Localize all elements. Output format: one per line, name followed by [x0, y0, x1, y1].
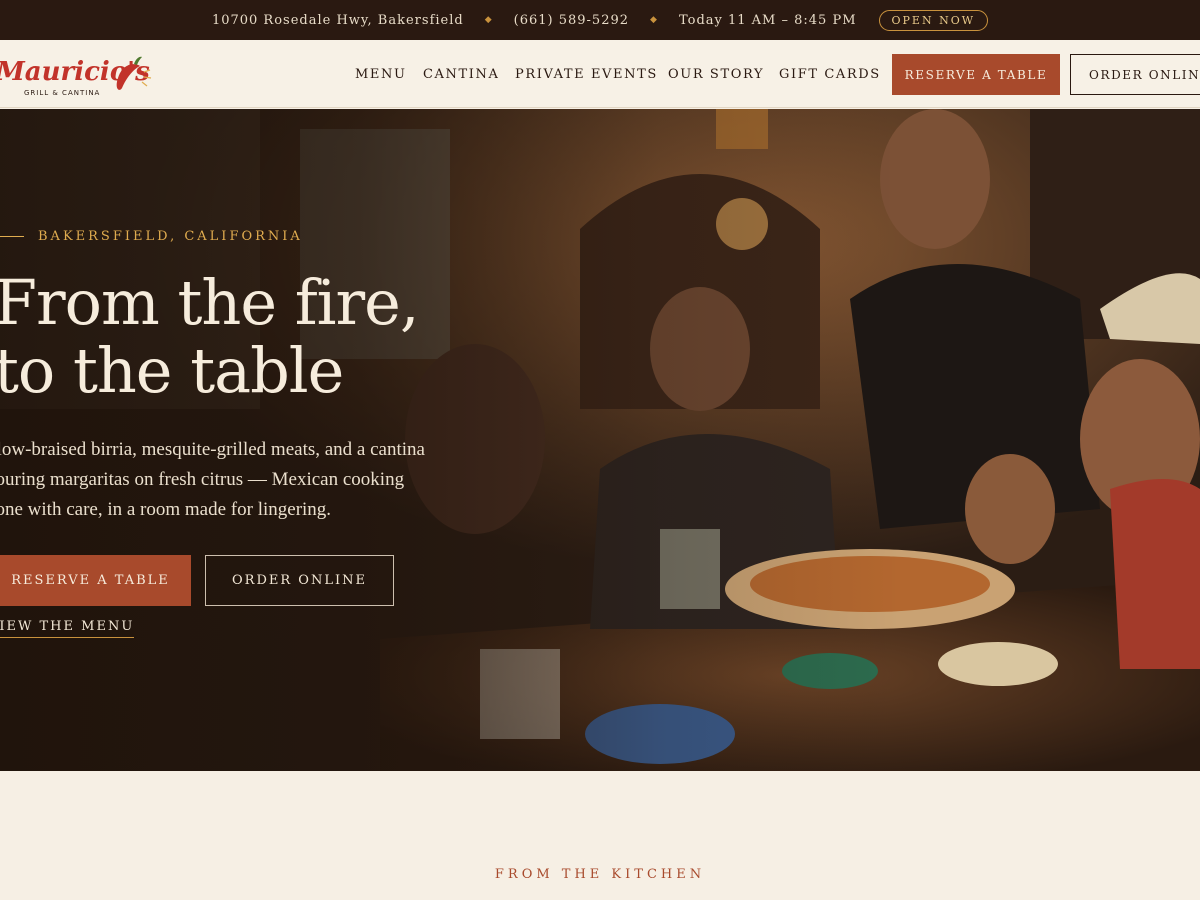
nav-item-menu[interactable]: MENU	[355, 67, 407, 82]
location-label: BAKERSFIELD, CALIFORNIA	[38, 229, 303, 244]
headline-line-1: From the fire,	[0, 266, 420, 339]
hero-order-online-button[interactable]: ORDER ONLINE	[205, 555, 394, 606]
top-info-bar: 10700 Rosedale Hwy, Bakersfield ◆ (661) …	[0, 0, 1200, 40]
hero-headline: From the fire, to the table	[0, 266, 420, 407]
nav-item-our-story[interactable]: OUR STORY	[668, 67, 764, 82]
hero-reserve-table-button[interactable]: RESERVE A TABLE	[0, 555, 191, 606]
headline-line-2: to the table	[0, 334, 344, 407]
separator-dot-icon: ◆	[484, 15, 493, 25]
nav-item-private-events[interactable]: PRIVATE EVENTS	[515, 67, 658, 82]
hours-text: Today 11 AM – 8:45 PM	[678, 12, 857, 28]
hero-description: Slow-braised birria, mesquite-grilled me…	[0, 439, 425, 520]
phone-link[interactable]: (661) 589-5292	[514, 13, 629, 28]
site-header: Mauricio's GRILL & CANTINA MENU CANTINA …	[0, 40, 1200, 108]
address-text[interactable]: 10700 Rosedale Hwy, Bakersfield	[212, 13, 464, 28]
section-eyebrow: FROM THE KITCHEN	[494, 867, 706, 882]
hero-eyebrow: BAKERSFIELD, CALIFORNIA	[0, 229, 303, 244]
hero-section: BAKERSFIELD, CALIFORNIA From the fire, t…	[0, 109, 1200, 771]
brand-logo[interactable]: Mauricio's GRILL & CANTINA	[0, 50, 159, 100]
eyebrow-rule	[0, 236, 24, 237]
view-menu-link[interactable]: VIEW THE MENU	[0, 619, 135, 638]
logo-tagline: GRILL & CANTINA	[24, 89, 100, 97]
logo-wordmark: Mauricio's GRILL & CANTINA	[0, 56, 152, 97]
separator-dot-icon: ◆	[650, 15, 658, 25]
reserve-table-button[interactable]: RESERVE A TABLE	[892, 54, 1060, 95]
nav-item-cantina[interactable]: CANTINA	[423, 67, 499, 82]
open-status-badge: OPEN NOW	[878, 9, 989, 31]
order-online-button[interactable]: ORDER ONLINE	[1070, 54, 1200, 95]
nav-item-gift-cards[interactable]: GIFT CARDS	[779, 67, 881, 82]
